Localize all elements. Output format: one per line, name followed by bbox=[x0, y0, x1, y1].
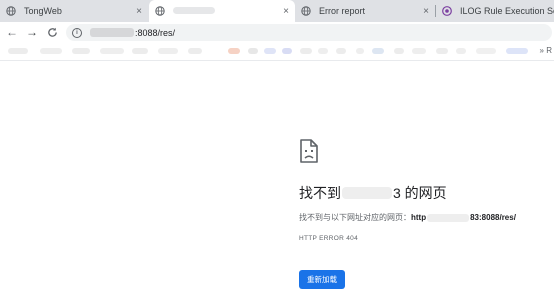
bookmark-item[interactable] bbox=[8, 48, 28, 54]
bookmarks-overflow[interactable]: » R bbox=[540, 46, 552, 55]
bookmark-item[interactable] bbox=[356, 48, 364, 54]
tab-title: ILOG Rule Execution Server bbox=[460, 6, 554, 16]
tab-error-report[interactable]: Error report × bbox=[295, 0, 435, 22]
tab-strip: TongWeb × × Error report × ILOG Rule Exe… bbox=[0, 0, 554, 22]
bookmark-item[interactable] bbox=[100, 48, 124, 54]
bookmark-item[interactable] bbox=[456, 48, 466, 54]
bookmark-item[interactable] bbox=[132, 48, 148, 54]
bookmark-item[interactable] bbox=[158, 48, 178, 54]
bookmark-item[interactable] bbox=[412, 48, 426, 54]
error-title-suffix: 3 的网页 bbox=[393, 185, 447, 201]
address-url: :8088/res/ bbox=[135, 27, 176, 38]
bookmark-item[interactable] bbox=[264, 48, 276, 54]
tab-ilog[interactable]: ILOG Rule Execution Server bbox=[436, 0, 554, 22]
tab-current[interactable]: × bbox=[149, 0, 295, 22]
redacted-host bbox=[90, 28, 134, 37]
bookmarks-bar: » R bbox=[0, 42, 554, 60]
reload-page-button[interactable]: 重新加载 bbox=[299, 270, 345, 289]
redacted-host bbox=[342, 187, 392, 199]
error-url-start: http bbox=[411, 213, 427, 222]
bookmark-item[interactable] bbox=[506, 48, 528, 54]
error-description-text: 找不到与以下网址对应的网页： bbox=[299, 213, 411, 222]
back-button[interactable]: ← bbox=[5, 25, 19, 39]
tab-tongweb[interactable]: TongWeb × bbox=[0, 0, 148, 22]
bookmark-item[interactable] bbox=[188, 48, 202, 54]
reload-button[interactable] bbox=[45, 25, 59, 39]
bookmark-item[interactable] bbox=[476, 48, 496, 54]
error-url-end: 83:8088/res/ bbox=[470, 213, 516, 222]
reload-icon bbox=[47, 27, 57, 37]
toolbar-divider bbox=[0, 60, 554, 61]
close-icon[interactable]: × bbox=[136, 6, 142, 17]
bookmark-item[interactable] bbox=[336, 48, 346, 54]
error-code: HTTP ERROR 404 bbox=[299, 235, 358, 242]
bookmark-item[interactable] bbox=[372, 48, 384, 54]
bookmark-item[interactable] bbox=[228, 48, 240, 54]
globe-icon bbox=[6, 6, 16, 16]
browser-toolbar: ← → i :8088/res/ bbox=[0, 22, 554, 42]
address-bar[interactable]: i :8088/res/ bbox=[66, 24, 552, 41]
bookmark-item[interactable] bbox=[40, 48, 62, 54]
close-icon[interactable]: × bbox=[423, 6, 429, 17]
bookmark-item[interactable] bbox=[436, 48, 448, 54]
error-title-prefix: 找不到 bbox=[299, 185, 341, 201]
error-title: 找不到 3 的网页 bbox=[299, 183, 447, 203]
bookmark-item[interactable] bbox=[72, 48, 90, 54]
bookmark-item[interactable] bbox=[282, 48, 292, 54]
globe-icon bbox=[301, 6, 311, 16]
tab-title: TongWeb bbox=[24, 6, 62, 16]
bookmark-item[interactable] bbox=[300, 48, 312, 54]
tab-title bbox=[173, 6, 279, 16]
forward-button[interactable]: → bbox=[25, 25, 39, 39]
sad-document-icon bbox=[299, 139, 319, 163]
bookmark-item[interactable] bbox=[248, 48, 258, 54]
ilog-logo-icon bbox=[442, 6, 452, 16]
bookmark-item[interactable] bbox=[394, 48, 404, 54]
error-description: 找不到与以下网址对应的网页： http 83:8088/res/ bbox=[299, 212, 516, 223]
globe-icon bbox=[155, 6, 165, 16]
site-info-icon[interactable]: i bbox=[72, 27, 82, 38]
close-icon[interactable]: × bbox=[283, 6, 289, 17]
bookmark-item[interactable] bbox=[318, 48, 328, 54]
redacted-title bbox=[173, 7, 215, 14]
tab-title: Error report bbox=[319, 6, 366, 16]
redacted-host bbox=[427, 213, 470, 222]
